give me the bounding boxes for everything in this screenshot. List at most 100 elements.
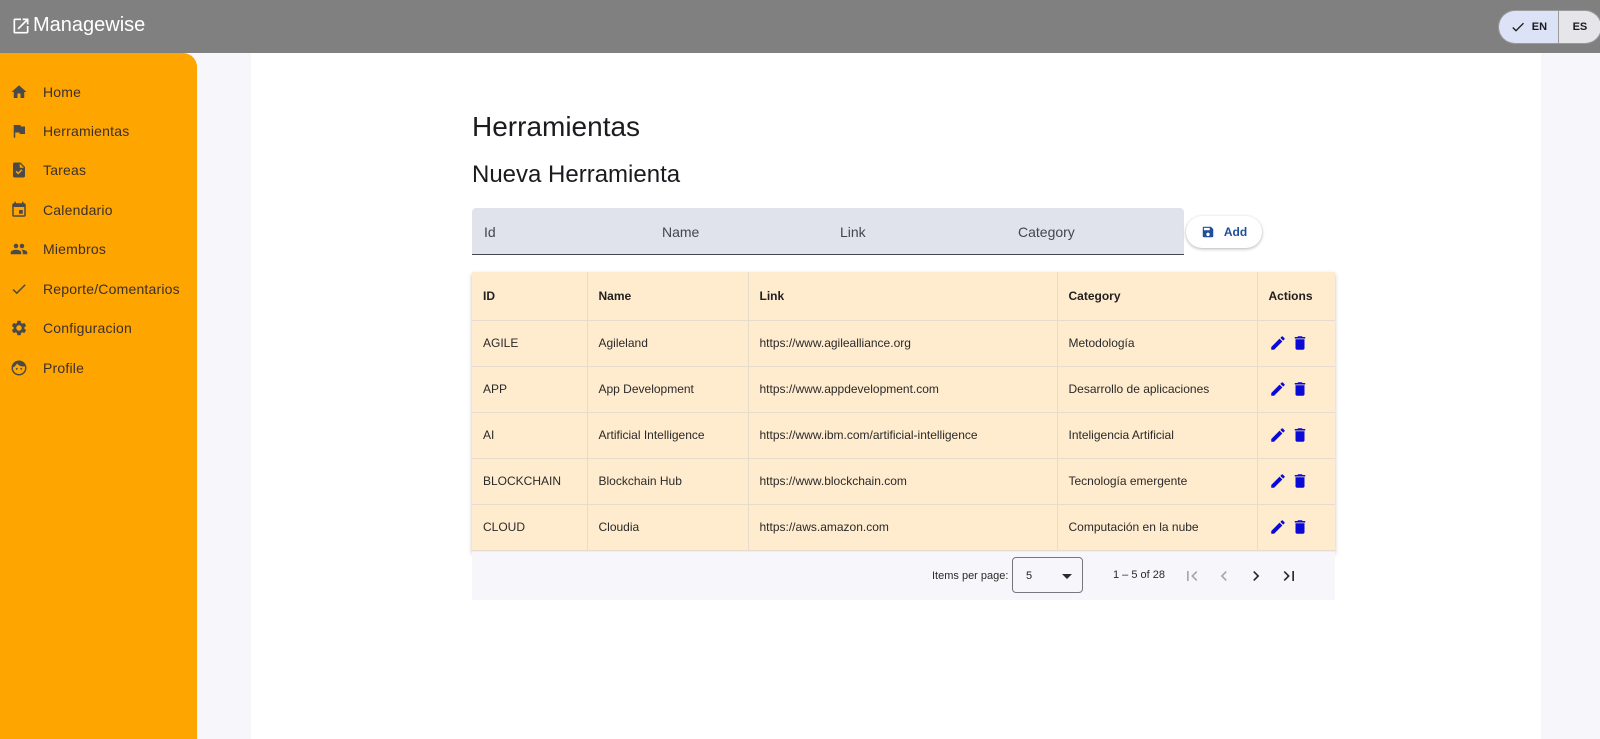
check-icon bbox=[10, 280, 28, 298]
paginator: Items per page: 5 1 – 5 of 28 bbox=[472, 552, 1335, 600]
name-field[interactable] bbox=[650, 208, 828, 255]
sidebar-item-configuracion[interactable]: Configuracion bbox=[0, 310, 197, 346]
category-field[interactable] bbox=[1006, 208, 1184, 255]
sidebar-item-label: Configuracion bbox=[43, 320, 132, 336]
edit-icon[interactable] bbox=[1269, 334, 1287, 352]
cell-link: https://www.ibm.com/artificial-intellige… bbox=[747, 412, 1057, 459]
language-toggle: EN ES bbox=[1498, 10, 1600, 44]
cell-name: App Development bbox=[586, 366, 748, 413]
delete-icon[interactable] bbox=[1291, 426, 1309, 444]
cell-link: https://www.agilealliance.org bbox=[747, 320, 1057, 367]
column-header-category[interactable]: Category bbox=[1056, 272, 1257, 321]
column-header-id[interactable]: ID bbox=[472, 272, 587, 321]
column-header-name[interactable]: Name bbox=[586, 272, 748, 321]
id-field[interactable] bbox=[472, 208, 650, 255]
delete-icon[interactable] bbox=[1291, 518, 1309, 536]
sidebar-item-tareas[interactable]: Tareas bbox=[0, 152, 197, 188]
delete-icon[interactable] bbox=[1291, 334, 1309, 352]
home-icon bbox=[10, 83, 28, 101]
table-row: APP App Development https://www.appdevel… bbox=[472, 366, 1335, 413]
check-icon bbox=[1512, 22, 1524, 32]
sidebar-item-label: Herramientas bbox=[43, 123, 130, 139]
task-icon bbox=[10, 161, 28, 179]
add-button-label: Add bbox=[1223, 225, 1248, 239]
sidebar-item-label: Profile bbox=[43, 360, 85, 376]
save-icon bbox=[1202, 226, 1214, 238]
sidebar-item-label: Calendario bbox=[43, 202, 113, 218]
brand[interactable]: Managewise bbox=[11, 14, 145, 37]
cell-name: Artificial Intelligence bbox=[586, 412, 748, 459]
gear-icon bbox=[10, 319, 28, 337]
lang-es-label: ES bbox=[1572, 21, 1588, 33]
sidebar-item-herramientas[interactable]: Herramientas bbox=[0, 113, 197, 149]
tools-table: ID Name Link Category Actions AGILE Agil… bbox=[472, 272, 1335, 552]
cell-category: Desarrollo de aplicaciones bbox=[1056, 366, 1257, 413]
cell-link: https://www.appdevelopment.com bbox=[747, 366, 1057, 413]
cell-actions bbox=[1256, 458, 1335, 505]
delete-icon[interactable] bbox=[1291, 472, 1309, 490]
lang-en-button[interactable]: EN bbox=[1499, 11, 1558, 43]
chevron-right-icon bbox=[1253, 571, 1260, 581]
cell-category: Computación en la nube bbox=[1056, 504, 1257, 551]
table-row: AGILE Agileland https://www.agileallianc… bbox=[472, 320, 1335, 367]
cell-id: AGILE bbox=[472, 320, 587, 367]
last-page-icon bbox=[1283, 571, 1294, 581]
column-header-link[interactable]: Link bbox=[747, 272, 1057, 321]
table-header-row: ID Name Link Category Actions bbox=[472, 272, 1335, 321]
cell-actions bbox=[1256, 320, 1335, 367]
link-field[interactable] bbox=[828, 208, 1006, 255]
page-size-select[interactable]: 5 bbox=[1012, 557, 1083, 593]
sidebar-item-calendario[interactable]: Calendario bbox=[0, 192, 197, 228]
sidebar-item-profile[interactable]: Profile bbox=[0, 350, 197, 386]
open-in-new-icon bbox=[13, 18, 29, 33]
sidebar: Home Herramientas Tareas Calendario Miem… bbox=[0, 53, 197, 739]
cell-name: Agileland bbox=[586, 320, 748, 367]
items-per-page-label: Items per page: bbox=[932, 570, 1009, 582]
sidebar-item-label: Reporte/Comentarios bbox=[43, 281, 180, 297]
sidebar-item-reporte[interactable]: Reporte/Comentarios bbox=[0, 271, 197, 307]
lang-es-button[interactable]: ES bbox=[1557, 11, 1600, 43]
edit-icon[interactable] bbox=[1269, 426, 1287, 444]
column-header-actions: Actions bbox=[1256, 272, 1335, 321]
edit-icon[interactable] bbox=[1269, 380, 1287, 398]
lang-en-label: EN bbox=[1531, 21, 1548, 33]
chevron-left-icon bbox=[1220, 571, 1227, 581]
table-row: CLOUD Cloudia https://aws.amazon.com Com… bbox=[472, 504, 1335, 551]
cell-name: Cloudia bbox=[586, 504, 748, 551]
sidebar-item-home[interactable]: Home bbox=[0, 74, 197, 110]
sidebar-item-label: Miembros bbox=[43, 241, 107, 257]
flag-icon bbox=[10, 122, 28, 140]
cell-id: AI bbox=[472, 412, 587, 459]
first-page-button[interactable] bbox=[1180, 564, 1204, 588]
cell-id: BLOCKCHAIN bbox=[472, 458, 587, 505]
last-page-button[interactable] bbox=[1277, 564, 1301, 588]
add-button[interactable]: Add bbox=[1186, 216, 1262, 248]
sidebar-item-label: Tareas bbox=[43, 162, 87, 178]
dropdown-arrow-icon bbox=[1062, 574, 1072, 579]
cell-category: Tecnología emergente bbox=[1056, 458, 1257, 505]
cell-link: https://www.blockchain.com bbox=[747, 458, 1057, 505]
cell-actions bbox=[1256, 412, 1335, 459]
cell-id: CLOUD bbox=[472, 504, 587, 551]
edit-icon[interactable] bbox=[1269, 472, 1287, 490]
table-row: BLOCKCHAIN Blockchain Hub https://www.bl… bbox=[472, 458, 1335, 505]
cell-id: APP bbox=[472, 366, 587, 413]
face-icon bbox=[10, 359, 28, 377]
page-size-value: 5 bbox=[1026, 570, 1033, 582]
people-icon bbox=[10, 240, 28, 258]
previous-page-button[interactable] bbox=[1212, 564, 1236, 588]
cell-name: Blockchain Hub bbox=[586, 458, 748, 505]
cell-actions bbox=[1256, 504, 1335, 551]
next-page-button[interactable] bbox=[1244, 564, 1268, 588]
brand-name: Managewise bbox=[33, 14, 146, 36]
edit-icon[interactable] bbox=[1269, 518, 1287, 536]
new-tool-form bbox=[472, 208, 1184, 255]
cell-link: https://aws.amazon.com bbox=[747, 504, 1057, 551]
table-row: AI Artificial Intelligence https://www.i… bbox=[472, 412, 1335, 459]
page-title: Herramientas bbox=[472, 111, 641, 142]
delete-icon[interactable] bbox=[1291, 380, 1309, 398]
top-bar: Managewise EN ES bbox=[0, 0, 1600, 53]
sidebar-item-miembros[interactable]: Miembros bbox=[0, 231, 197, 267]
sidebar-item-label: Home bbox=[43, 84, 82, 100]
calendar-icon bbox=[10, 201, 28, 219]
